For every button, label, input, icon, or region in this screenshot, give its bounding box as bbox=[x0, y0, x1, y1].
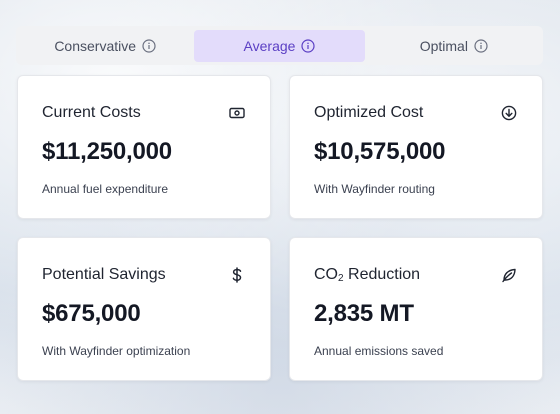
card-subtitle: With Wayfinder routing bbox=[314, 182, 435, 196]
card-title: Potential Savings bbox=[42, 266, 166, 283]
info-icon[interactable] bbox=[142, 38, 156, 53]
card-subtitle: With Wayfinder optimization bbox=[42, 344, 191, 358]
card-value: $11,250,000 bbox=[42, 138, 172, 165]
tab-optimal[interactable]: Optimal bbox=[369, 30, 539, 62]
card-value: $675,000 bbox=[42, 300, 141, 327]
tab-label: Average bbox=[243, 37, 296, 54]
dollar-icon bbox=[228, 266, 246, 284]
current-costs-card: Current Costs $11,250,000 Annual fuel ex… bbox=[17, 75, 271, 219]
info-icon[interactable] bbox=[301, 38, 316, 53]
optimized-cost-card: Optimized Cost $10,575,000 With Wayfinde… bbox=[289, 75, 543, 219]
tab-label: Optimal bbox=[419, 37, 468, 54]
card-title: CO2 Reduction bbox=[314, 266, 421, 284]
potential-savings-card: Potential Savings $675,000 With Wayfinde… bbox=[17, 237, 271, 381]
arrow-down-circle-icon bbox=[500, 104, 518, 122]
card-title: Optimized Cost bbox=[314, 104, 424, 121]
card-subtitle: Annual fuel expenditure bbox=[42, 182, 169, 196]
card-subtitle: Annual emissions saved bbox=[314, 344, 444, 358]
card-value: $10,575,000 bbox=[314, 138, 446, 165]
co2-reduction-card: CO2 Reduction 2,835 MT Annual emissions … bbox=[289, 237, 543, 381]
cash-icon bbox=[228, 104, 246, 122]
tab-conservative[interactable]: Conservative bbox=[20, 30, 190, 62]
tab-average[interactable]: Average bbox=[194, 29, 365, 62]
info-icon[interactable] bbox=[474, 38, 488, 53]
card-value: 2,835 MT bbox=[314, 300, 414, 327]
leaf-icon bbox=[500, 266, 518, 284]
scenario-tab-bar: Conservative Average Optimal bbox=[16, 26, 543, 65]
tab-label: Conservative bbox=[54, 37, 137, 54]
card-title: Current Costs bbox=[42, 104, 141, 121]
